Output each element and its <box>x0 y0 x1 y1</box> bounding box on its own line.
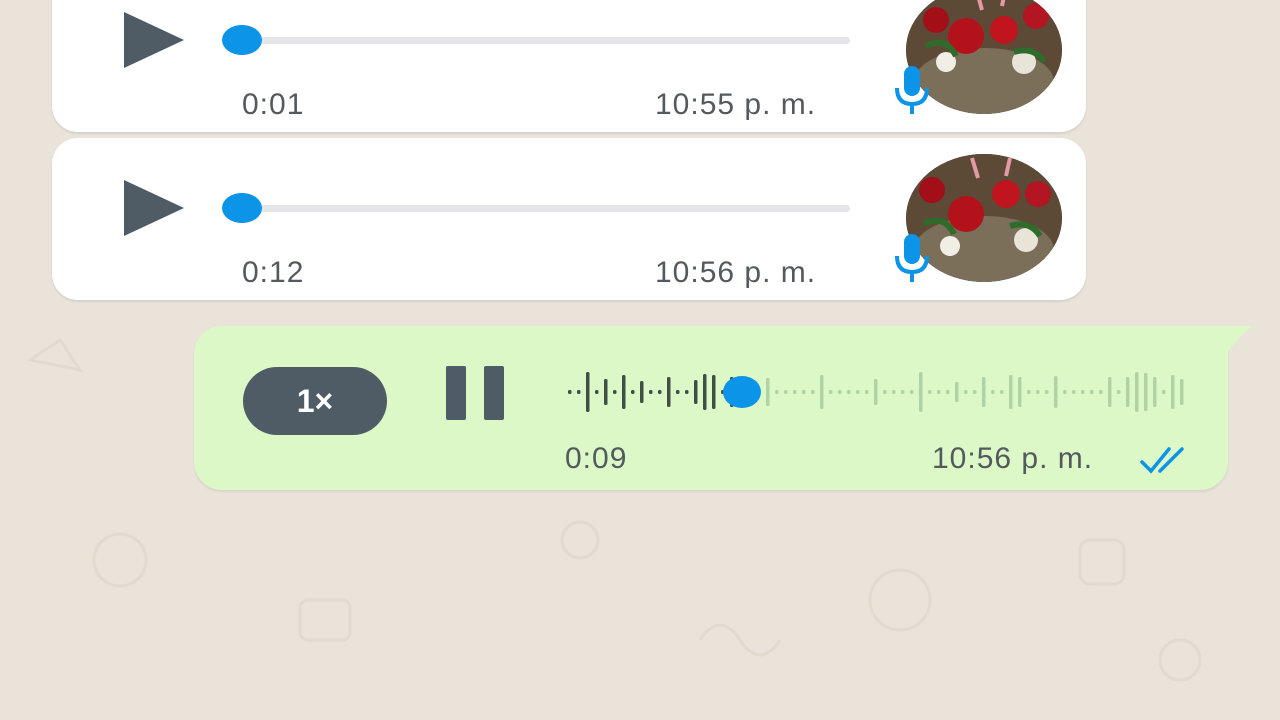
microphone-icon <box>895 234 929 282</box>
waveform-bar <box>946 390 950 394</box>
waveform-bar <box>676 390 680 394</box>
waveform-bar <box>892 390 896 394</box>
waveform-bar <box>766 378 770 406</box>
message-timestamp: 10:55 p. m. <box>655 88 817 121</box>
waveform-bar <box>1090 390 1094 394</box>
audio-waveform[interactable] <box>560 362 1185 422</box>
waveform-bar <box>1027 390 1031 394</box>
play-icon[interactable] <box>122 10 186 70</box>
waveform-bar <box>577 390 581 394</box>
waveform-bar <box>685 390 689 394</box>
waveform-bar <box>1180 379 1184 405</box>
waveform-bar <box>901 390 905 394</box>
waveform-bar <box>784 390 788 394</box>
waveform-bar <box>937 390 941 394</box>
playback-speed-button[interactable]: 1× <box>243 367 387 435</box>
waveform-bar <box>1018 377 1022 407</box>
waveform-bar <box>964 390 968 394</box>
microphone-icon <box>895 66 929 114</box>
waveform-bar <box>1081 390 1085 394</box>
waveform-bar <box>1072 390 1076 394</box>
waveform-bar <box>622 375 626 409</box>
waveform-bar <box>1135 372 1139 412</box>
waveform-bar <box>982 377 986 407</box>
waveform-bar <box>811 390 815 394</box>
voice-duration: 0:12 <box>242 256 305 289</box>
waveform-bar <box>919 372 923 412</box>
audio-progress-knob[interactable] <box>222 193 262 223</box>
waveform-bar <box>793 390 797 394</box>
waveform-bar <box>847 390 851 394</box>
waveform-bar <box>631 390 635 394</box>
waveform-bar <box>667 377 671 407</box>
waveform-bar <box>1126 377 1130 407</box>
waveform-bar <box>883 390 887 394</box>
waveform-bar <box>568 390 572 394</box>
waveform-bar <box>1153 377 1157 407</box>
waveform-bar <box>1144 373 1148 411</box>
waveform-bar <box>1009 375 1013 409</box>
waveform-bar <box>838 390 842 394</box>
waveform-bar <box>1099 390 1103 394</box>
waveform-bar <box>649 390 653 394</box>
waveform-bar <box>694 380 698 404</box>
waveform-bar <box>586 372 590 412</box>
waveform-bar <box>604 379 608 405</box>
waveform-bar <box>991 390 995 394</box>
waveform-bar <box>874 379 878 405</box>
voice-duration: 0:01 <box>242 88 305 121</box>
waveform-bar <box>613 390 617 394</box>
waveform-bar <box>865 390 869 394</box>
waveform-bar <box>1036 390 1040 394</box>
waveform-bar <box>712 375 716 409</box>
waveform-bar <box>856 390 860 394</box>
voice-duration: 0:09 <box>565 442 628 475</box>
waveform-bar <box>775 390 779 394</box>
waveform-bar <box>802 390 806 394</box>
waveform-bar <box>1063 390 1067 394</box>
message-timestamp: 10:56 p. m. <box>655 256 817 289</box>
double-check-icon <box>1140 447 1184 474</box>
waveform-bar <box>1171 375 1175 409</box>
waveform-bar <box>1162 390 1166 394</box>
audio-progress-track[interactable] <box>240 205 850 212</box>
pause-icon[interactable] <box>446 366 508 420</box>
waveform-bar <box>1000 390 1004 394</box>
waveform-bar <box>658 390 662 394</box>
message-timestamp: 10:56 p. m. <box>932 442 1094 475</box>
waveform-bar <box>820 375 824 409</box>
bubble-tail <box>1226 326 1252 354</box>
waveform-bar <box>595 390 599 394</box>
waveform-bar <box>829 390 833 394</box>
waveform-bar <box>1117 390 1121 394</box>
waveform-bar <box>640 381 644 403</box>
audio-progress-knob[interactable] <box>723 376 761 408</box>
waveform-bar <box>910 390 914 394</box>
waveform-bar <box>1054 376 1058 408</box>
waveform-bar <box>973 390 977 394</box>
audio-progress-track[interactable] <box>240 37 850 44</box>
waveform-bar <box>955 382 959 402</box>
audio-progress-knob[interactable] <box>222 25 262 55</box>
play-icon[interactable] <box>122 178 186 238</box>
waveform-bar <box>928 390 932 394</box>
waveform-bar <box>1108 377 1112 407</box>
waveform-bar <box>703 374 707 410</box>
waveform-bar <box>1045 390 1049 394</box>
